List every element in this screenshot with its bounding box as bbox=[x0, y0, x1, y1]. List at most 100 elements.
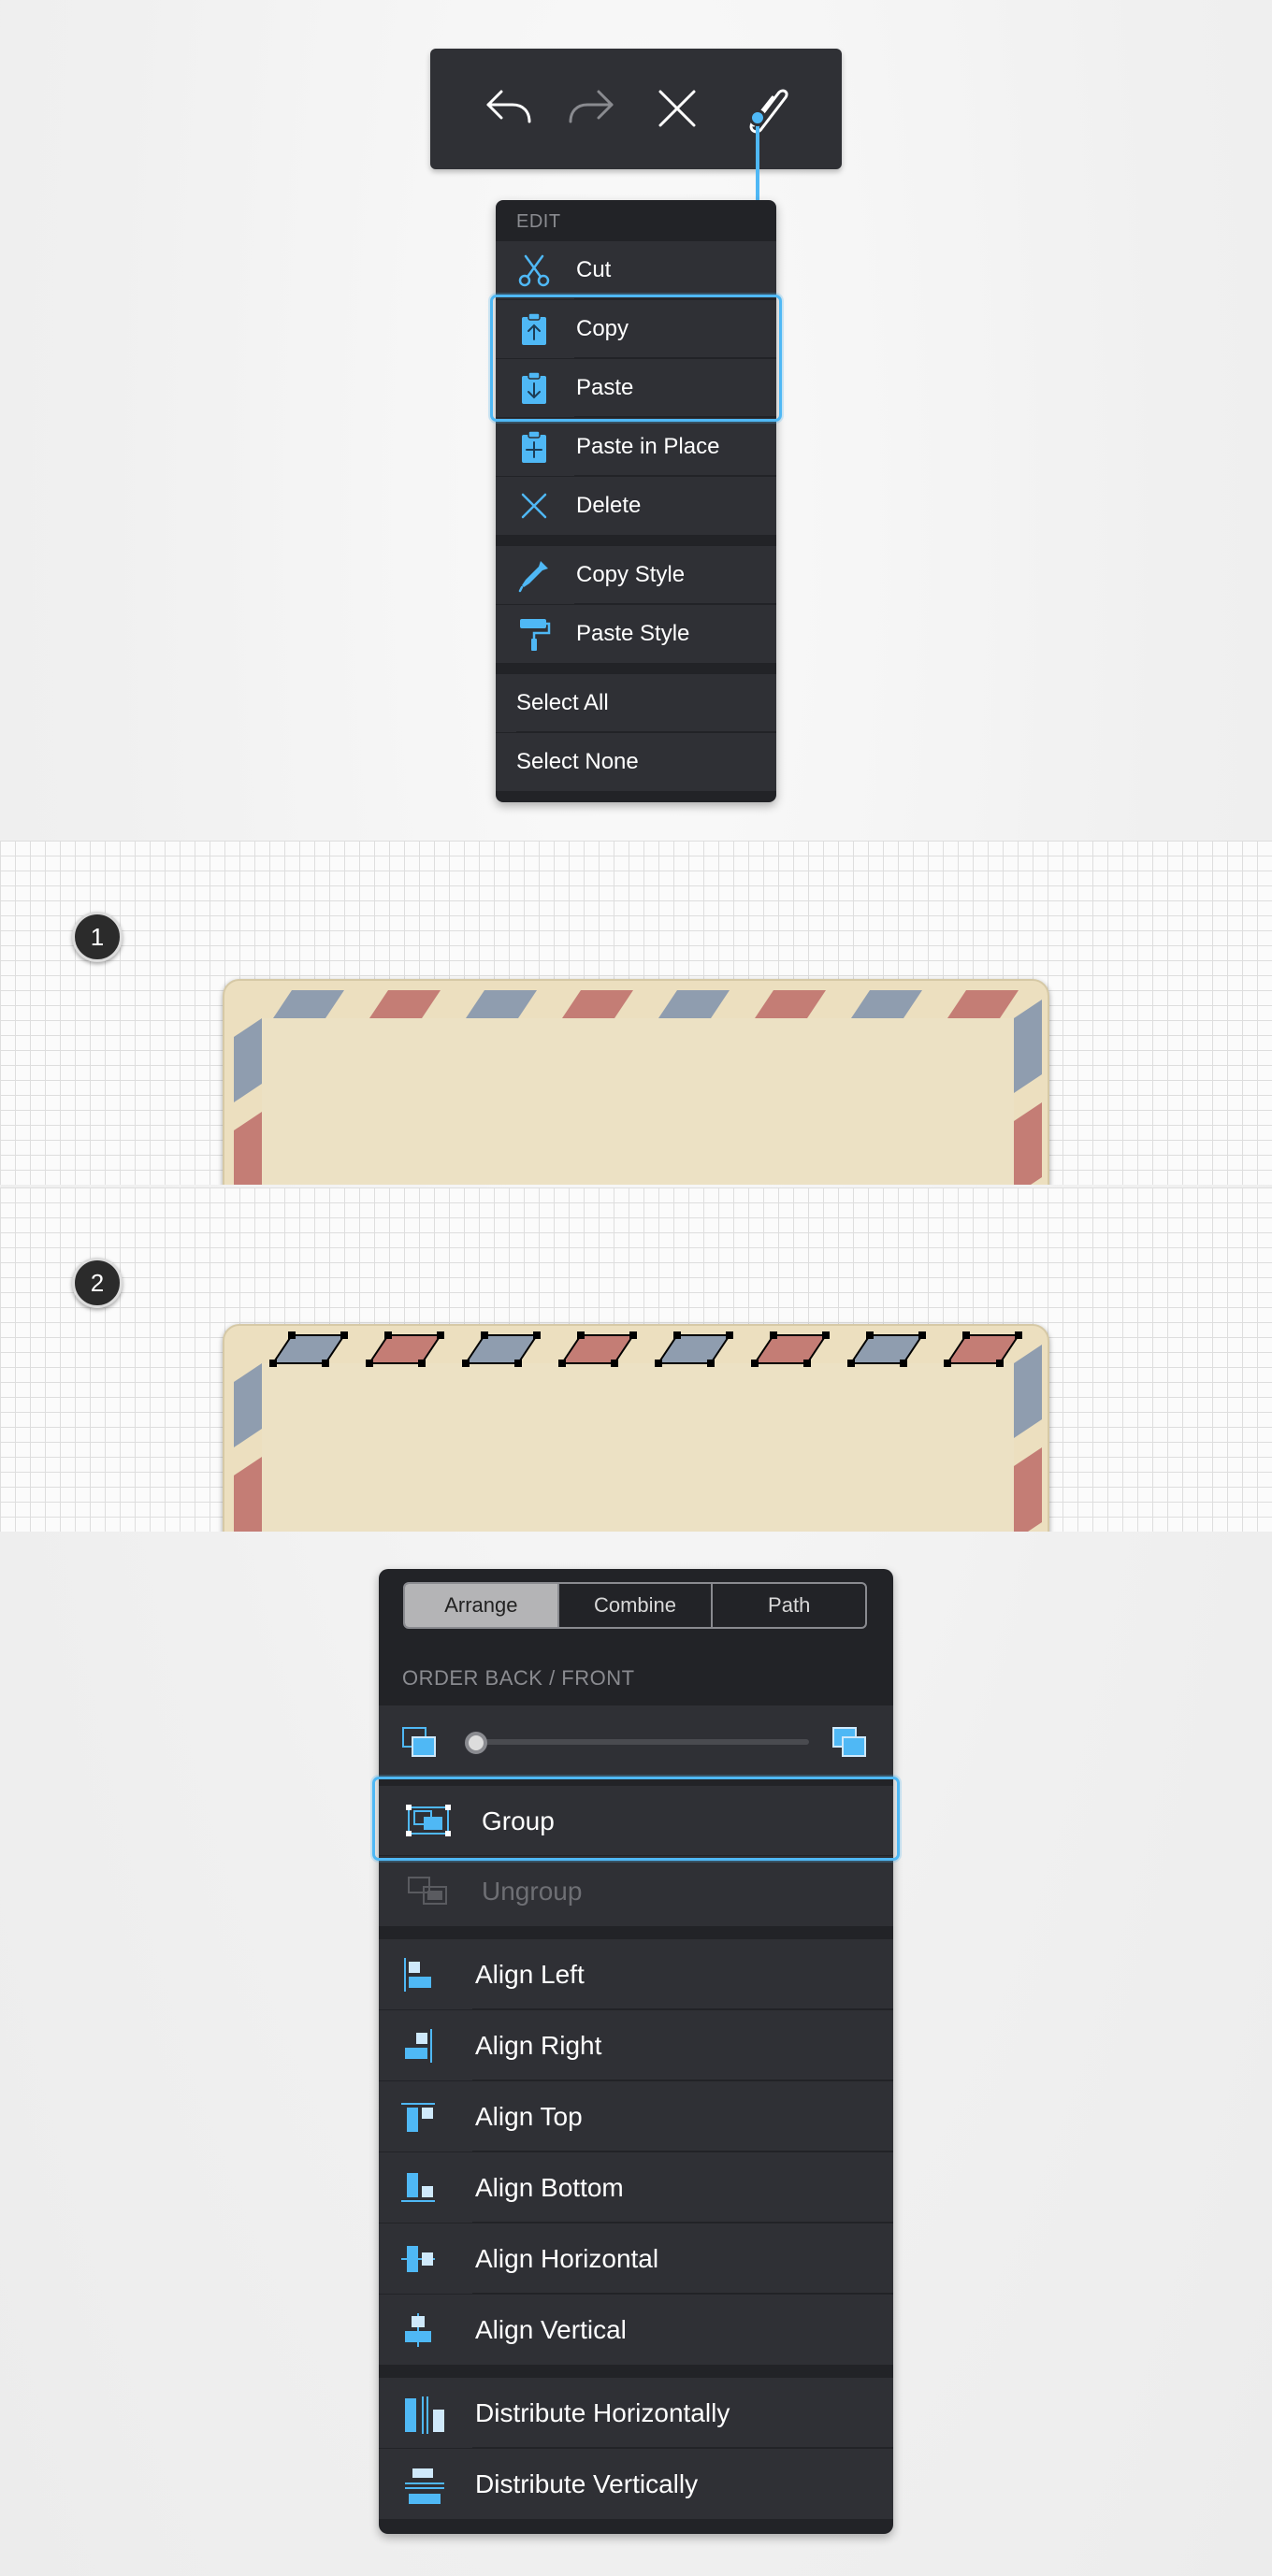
menu-item-cut[interactable]: Cut bbox=[496, 241, 776, 299]
selection-node[interactable] bbox=[322, 1360, 329, 1367]
align-top-label: Align Top bbox=[475, 2102, 583, 2131]
order-slider-handle[interactable] bbox=[465, 1732, 487, 1754]
selection-node[interactable] bbox=[900, 1360, 907, 1367]
selection-node[interactable] bbox=[822, 1331, 830, 1339]
ungroup-button[interactable]: Ungroup bbox=[379, 1856, 893, 1926]
selection-node[interactable] bbox=[866, 1331, 874, 1339]
menu-item-label: Cut bbox=[576, 257, 612, 282]
order-slider-row bbox=[379, 1705, 893, 1777]
distribute-vertically-button[interactable]: Distribute Vertically bbox=[379, 2449, 893, 2519]
stripe bbox=[755, 990, 826, 1018]
selection-node[interactable] bbox=[384, 1331, 392, 1339]
selection-node[interactable] bbox=[1015, 1331, 1022, 1339]
stripe[interactable] bbox=[753, 1334, 828, 1364]
stripe[interactable] bbox=[657, 1334, 731, 1364]
group-highlight bbox=[372, 1777, 900, 1861]
paint-roller-icon bbox=[516, 616, 552, 652]
align-right-label: Align Right bbox=[475, 2031, 602, 2060]
selection-node[interactable] bbox=[918, 1331, 926, 1339]
close-icon[interactable] bbox=[647, 79, 707, 138]
canvas-step-1: 1 bbox=[0, 841, 1272, 1185]
undo-icon[interactable] bbox=[479, 79, 539, 138]
order-slider-track[interactable] bbox=[472, 1739, 809, 1745]
bring-to-front-icon[interactable] bbox=[831, 1726, 869, 1760]
order-section-label: ORDER BACK / FRONT bbox=[402, 1666, 635, 1690]
selection-node[interactable] bbox=[558, 1360, 566, 1367]
copy-paste-highlight bbox=[490, 295, 782, 422]
menu-item-paste-style[interactable]: Paste Style bbox=[496, 605, 776, 663]
menu-item-select-all[interactable]: Select All bbox=[496, 674, 776, 732]
align-left-label: Align Left bbox=[475, 1960, 585, 1989]
menu-item-copy-style[interactable]: Copy Style bbox=[496, 546, 776, 604]
align-vertical-button[interactable]: Align Vertical bbox=[379, 2295, 893, 2365]
menu-item-label: Select All bbox=[516, 690, 609, 715]
align-top-button[interactable]: Align Top bbox=[379, 2081, 893, 2151]
align-horizontal-button[interactable]: Align Horizontal bbox=[379, 2223, 893, 2294]
selection-node[interactable] bbox=[288, 1331, 296, 1339]
step-badge-2: 2 bbox=[72, 1258, 123, 1308]
stripe[interactable] bbox=[368, 1334, 442, 1364]
selection-node[interactable] bbox=[751, 1360, 759, 1367]
selection-node[interactable] bbox=[481, 1331, 488, 1339]
stripe[interactable] bbox=[560, 1334, 635, 1364]
stripe bbox=[273, 990, 344, 1018]
selection-node[interactable] bbox=[269, 1360, 277, 1367]
redo-icon[interactable] bbox=[561, 79, 621, 138]
selection-node[interactable] bbox=[655, 1360, 662, 1367]
stripe bbox=[466, 990, 537, 1018]
paperclip-icon[interactable] bbox=[733, 79, 793, 138]
stripe bbox=[562, 990, 633, 1018]
distribute-horizontally-button[interactable]: Distribute Horizontally bbox=[379, 2378, 893, 2448]
stripe[interactable] bbox=[464, 1334, 539, 1364]
selection-node[interactable] bbox=[629, 1331, 637, 1339]
menu-item-select-none[interactable]: Select None bbox=[496, 733, 776, 791]
align-bottom-button[interactable]: Align Bottom bbox=[379, 2152, 893, 2223]
send-to-back-icon[interactable] bbox=[401, 1726, 439, 1760]
menu-item-label: Delete bbox=[576, 493, 642, 518]
selection-node[interactable] bbox=[366, 1360, 373, 1367]
align-bottom-label: Align Bottom bbox=[475, 2173, 624, 2202]
selection-node[interactable] bbox=[340, 1331, 348, 1339]
align-left-button[interactable]: Align Left bbox=[379, 1939, 893, 2009]
selection-node[interactable] bbox=[962, 1331, 970, 1339]
align-horizontal-label: Align Horizontal bbox=[475, 2244, 659, 2273]
tab-arrange[interactable]: Arrange bbox=[405, 1584, 557, 1627]
selection-node[interactable] bbox=[418, 1360, 426, 1367]
selection-node[interactable] bbox=[533, 1331, 541, 1339]
menu-item-paste-in-place[interactable]: Paste in Place bbox=[496, 418, 776, 476]
airmail-envelope bbox=[223, 979, 1049, 1185]
envelope-stripes-selected bbox=[234, 1331, 1042, 1532]
menu-item-label: Paste Style bbox=[576, 621, 690, 646]
align-left-icon bbox=[401, 1958, 435, 1992]
selection-node[interactable] bbox=[577, 1331, 585, 1339]
stripe[interactable] bbox=[946, 1334, 1020, 1364]
airmail-envelope-selected bbox=[223, 1324, 1049, 1532]
selection-node[interactable] bbox=[673, 1331, 681, 1339]
stripe[interactable] bbox=[849, 1334, 924, 1364]
stripe bbox=[851, 990, 922, 1018]
selection-node[interactable] bbox=[726, 1331, 733, 1339]
selection-node[interactable] bbox=[462, 1360, 470, 1367]
canvas-step-2: 2 bbox=[0, 1187, 1272, 1532]
menu-item-delete[interactable]: Delete bbox=[496, 477, 776, 535]
selection-node[interactable] bbox=[611, 1360, 618, 1367]
selection-node[interactable] bbox=[707, 1360, 715, 1367]
selection-node[interactable] bbox=[996, 1360, 1004, 1367]
edit-menu-header: EDIT bbox=[516, 211, 561, 232]
selection-node[interactable] bbox=[944, 1360, 951, 1367]
arrange-panel: Arrange Combine Path ORDER BACK / FRONT … bbox=[379, 1569, 893, 2534]
align-right-button[interactable]: Align Right bbox=[379, 2010, 893, 2080]
selection-node[interactable] bbox=[514, 1360, 522, 1367]
tab-path[interactable]: Path bbox=[711, 1584, 865, 1627]
envelope-stripes bbox=[234, 990, 1042, 1185]
selection-node[interactable] bbox=[847, 1360, 855, 1367]
distribute-vertically-label: Distribute Vertically bbox=[475, 2469, 699, 2498]
tab-combine[interactable]: Combine bbox=[556, 1584, 712, 1627]
selection-node[interactable] bbox=[437, 1331, 444, 1339]
top-toolbar bbox=[430, 49, 842, 169]
stripe[interactable] bbox=[271, 1334, 346, 1364]
menu-item-label: Copy Style bbox=[576, 562, 686, 587]
selection-node[interactable] bbox=[770, 1331, 777, 1339]
stripe bbox=[658, 990, 730, 1018]
selection-node[interactable] bbox=[803, 1360, 811, 1367]
